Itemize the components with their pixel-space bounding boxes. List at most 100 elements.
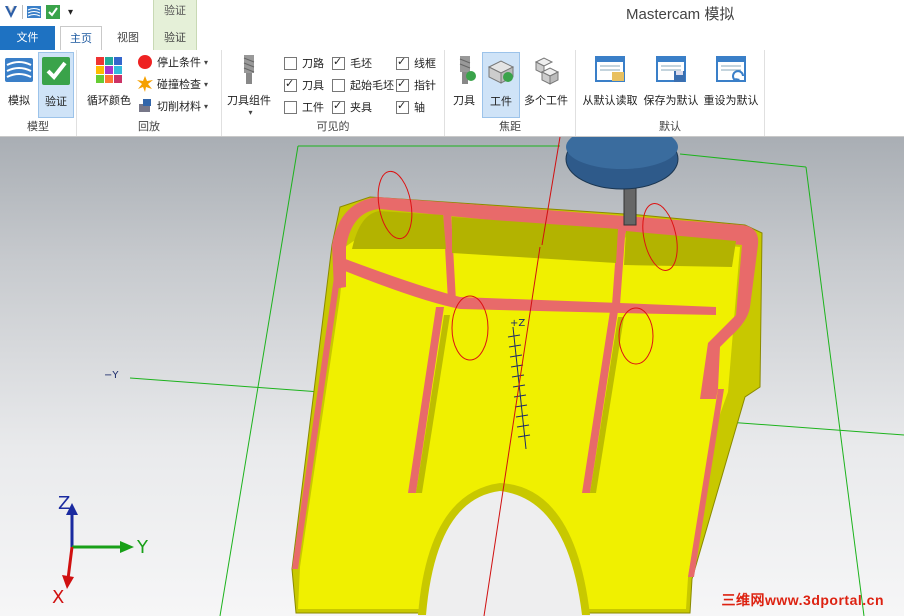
reset-default-button[interactable]: 重设为默认 xyxy=(701,52,761,116)
checkbox-box[interactable] xyxy=(284,56,297,70)
verify-icon[interactable] xyxy=(45,4,61,20)
ribbon-tabs: 文件 主页 视图 验证 xyxy=(0,26,904,52)
checkbox-initial-stock-label: 起始毛坯 xyxy=(350,79,394,92)
tab-file[interactable]: 文件 xyxy=(0,26,55,50)
focus-workpiece-label: 工件 xyxy=(490,95,512,108)
window-title: Mastercam 模拟 xyxy=(626,6,735,23)
ribbon: 模拟 验证 模型 循环颜色 停止条件 ▾ 碰撞检查 ▾ 切削材料 ▾ 回放 刀具… xyxy=(0,50,904,137)
focus-tool-label: 刀具 xyxy=(453,94,475,107)
dropdown-arrow-icon: ▾ xyxy=(248,108,253,117)
context-tab-header: 验证 xyxy=(153,0,197,26)
group-playback: 循环颜色 停止条件 ▾ 碰撞检查 ▾ 切削材料 ▾ 回放 xyxy=(77,50,222,136)
checkbox-workpiece[interactable]: 工件 xyxy=(284,97,324,117)
checkbox-axis-label: 轴 xyxy=(414,101,425,114)
reset-default-icon xyxy=(716,56,746,82)
checkbox-axis[interactable]: 轴 xyxy=(396,97,425,117)
group-label-visible: 可见的 xyxy=(316,120,350,133)
workpiece-icon xyxy=(487,60,515,84)
qat-customize-icon[interactable]: ▾ xyxy=(68,7,73,18)
reset-default-label: 重设为默认 xyxy=(703,94,759,107)
stop-condition-label: 停止条件 xyxy=(157,56,201,69)
checkbox-initial-stock[interactable]: 起始毛坯 xyxy=(332,75,394,95)
tool-assembly-icon xyxy=(243,55,255,84)
focus-tool-button[interactable]: 刀具 xyxy=(449,52,479,116)
tab-home[interactable]: 主页 xyxy=(60,26,102,52)
group-default: 从默认读取 保存为默认 重设为默认 默认 xyxy=(576,50,765,136)
checkbox-box[interactable] xyxy=(332,55,345,70)
checkbox-pointer-label: 指针 xyxy=(414,79,436,92)
checkbox-box[interactable] xyxy=(396,77,409,92)
axis-triad: Z Y X xyxy=(52,493,149,608)
watermark: 三维网www.3dportal.cn xyxy=(721,592,884,608)
group-label-model: 模型 xyxy=(27,120,49,133)
part-model[interactable] xyxy=(291,196,763,616)
dropdown-arrow-icon: ▾ xyxy=(204,79,209,89)
tool-icon xyxy=(459,56,476,84)
group-label-focus: 焦距 xyxy=(499,120,521,133)
viewport-scene: −Y +Z Z Y X xyxy=(52,137,904,616)
tab-verify[interactable]: 验证 xyxy=(153,26,197,50)
qat-separator xyxy=(22,5,23,19)
checkbox-box[interactable] xyxy=(396,99,409,114)
checkbox-box[interactable] xyxy=(396,55,409,70)
save-default-button[interactable]: 保存为默认 xyxy=(642,52,700,116)
checkbox-toolpath-label: 刀路 xyxy=(302,57,324,70)
simulate-label: 模拟 xyxy=(8,94,30,107)
checkbox-workpiece-label: 工件 xyxy=(302,101,324,114)
checkbox-box[interactable] xyxy=(284,100,297,114)
collision-check-label: 碰撞检查 xyxy=(157,78,201,91)
load-default-icon xyxy=(595,56,625,82)
multi-workpiece-icon xyxy=(534,57,560,85)
checkbox-pointer[interactable]: 指针 xyxy=(396,75,436,95)
collision-check-button[interactable]: 碰撞检查 ▾ xyxy=(137,74,208,94)
triad-x-label: X xyxy=(52,587,64,608)
group-focus: 刀具 工件 多个工件 焦距 xyxy=(445,50,576,136)
group-label-default: 默认 xyxy=(659,120,681,133)
focus-workpiece-button[interactable]: 工件 xyxy=(482,52,520,118)
cycle-color-button[interactable]: 循环颜色 xyxy=(83,52,135,116)
checkbox-tool[interactable]: 刀具 xyxy=(284,75,324,95)
triad-z-label: Z xyxy=(58,493,70,514)
simulate-icon[interactable] xyxy=(26,4,42,20)
tool-assembly-label: 刀具组件 xyxy=(227,94,271,107)
dropdown-arrow-icon: ▾ xyxy=(204,101,209,111)
stop-icon xyxy=(138,55,152,69)
app-logo-icon[interactable] xyxy=(3,4,19,20)
checkbox-tool-label: 刀具 xyxy=(302,79,324,92)
checkbox-stock-label: 毛坯 xyxy=(350,57,372,70)
checkbox-wireframe-label: 线框 xyxy=(414,57,436,70)
pos-z-axis-label: +Z xyxy=(510,318,525,329)
checkbox-stock[interactable]: 毛坯 xyxy=(332,53,372,73)
cycle-color-label: 循环颜色 xyxy=(87,94,131,107)
checkbox-box[interactable] xyxy=(332,78,345,92)
group-model: 模拟 验证 模型 xyxy=(0,50,77,136)
stop-condition-button[interactable]: 停止条件 ▾ xyxy=(137,52,208,72)
checkbox-box[interactable] xyxy=(332,99,345,114)
tool-assembly-button[interactable]: 刀具组件 ▾ xyxy=(224,52,274,117)
focus-multi-workpiece-button[interactable]: 多个工件 xyxy=(521,52,571,116)
neg-y-axis-label: −Y xyxy=(104,370,119,381)
group-visible: 刀具组件 ▾ 刀路 毛坯 线框 刀具 起始毛坯 指针 工件 夹具 轴 可见的 xyxy=(222,50,445,136)
simulation-viewport[interactable]: −Y +Z Z Y X 三维网www.3dportal.cn xyxy=(0,137,904,616)
dropdown-arrow-icon: ▾ xyxy=(204,57,209,67)
checkbox-box[interactable] xyxy=(284,77,297,92)
simulate-button[interactable]: 模拟 xyxy=(2,52,36,116)
cut-material-label: 切削材料 xyxy=(157,100,201,113)
checkbox-fixture[interactable]: 夹具 xyxy=(332,97,372,117)
simulate-icon xyxy=(5,58,33,82)
title-bar: ▾ 验证 Mastercam 模拟 xyxy=(0,0,904,26)
color-grid-icon xyxy=(96,57,122,83)
group-label-playback: 回放 xyxy=(138,120,160,133)
collision-burst-icon xyxy=(137,76,153,92)
verify-button[interactable]: 验证 xyxy=(38,52,74,118)
triad-x-axis xyxy=(66,546,74,580)
tab-view[interactable]: 视图 xyxy=(108,26,148,50)
checkbox-toolpath[interactable]: 刀路 xyxy=(284,53,324,73)
save-default-label: 保存为默认 xyxy=(643,94,699,107)
triad-y-label: Y xyxy=(136,537,149,558)
checkbox-wireframe[interactable]: 线框 xyxy=(396,53,436,73)
cut-material-button[interactable]: 切削材料 ▾ xyxy=(137,96,208,116)
focus-multi-workpiece-label: 多个工件 xyxy=(524,94,568,107)
load-default-button[interactable]: 从默认读取 xyxy=(580,52,640,116)
save-default-icon xyxy=(656,56,686,82)
